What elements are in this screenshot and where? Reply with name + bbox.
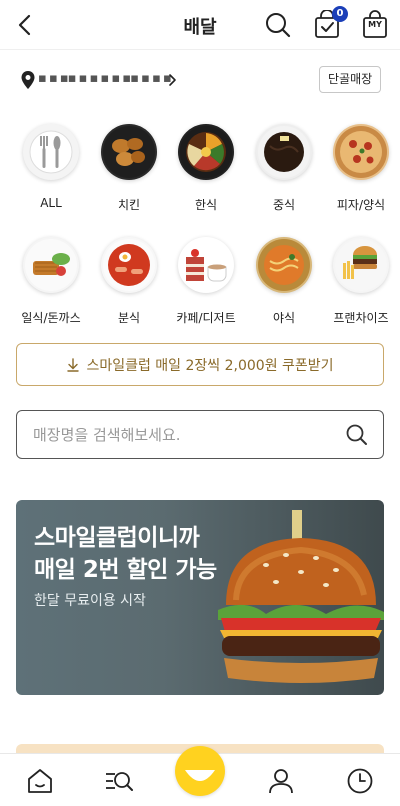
search-icon[interactable] <box>263 10 293 40</box>
cart-button[interactable]: 0 <box>312 6 348 40</box>
burger-fries-icon <box>333 237 389 293</box>
chicken-icon <box>101 124 157 180</box>
category-label: 일식/돈까스 <box>21 311 81 325</box>
top-header: 배달 0 MY <box>0 0 400 50</box>
cake-coffee-icon <box>178 237 234 293</box>
tteokbokki-icon <box>101 237 157 293</box>
menu-search-icon[interactable] <box>104 766 134 796</box>
category-chinese[interactable]: 중식 <box>245 124 323 213</box>
category-label: 중식 <box>272 198 296 212</box>
banner-subtitle: 한달 무료이용 시작 <box>34 593 146 609</box>
smile-club-banner[interactable]: 스마일클럽이니까 매일 2번 할인 가능 한달 무료이용 시작 <box>16 500 384 695</box>
clock-icon[interactable] <box>345 766 375 796</box>
category-label: 피자/양식 <box>336 198 386 212</box>
home-icon[interactable] <box>25 766 55 796</box>
category-label: 치킨 <box>117 198 141 212</box>
location-pin-icon <box>21 71 35 89</box>
search-icon[interactable] <box>345 423 369 447</box>
category-label: 분식 <box>117 311 141 325</box>
category-label: 야식 <box>272 311 296 325</box>
bibimbap-icon <box>178 124 234 180</box>
user-icon[interactable] <box>266 766 296 796</box>
pizza-icon <box>333 124 389 180</box>
smile-home-button[interactable] <box>175 746 225 796</box>
coupon-label: 스마일클럽 매일 2장씩 2,000원 쿠폰받기 <box>86 357 334 374</box>
address-row[interactable]: ▪ ▪ ▪▪ ▪ ▪ ▪ ▪ ▪▪ ▪ ▪ ▪ 단골매장 <box>0 64 400 96</box>
category-label: 한식 <box>194 198 218 212</box>
category-korean[interactable]: 한식 <box>167 124 245 213</box>
category-franchise[interactable]: 프랜차이즈 <box>322 237 400 326</box>
bottom-navigation <box>0 746 400 806</box>
ramen-icon <box>256 237 312 293</box>
category-late-night[interactable]: 야식 <box>245 237 323 326</box>
address-text: ▪ ▪ ▪▪ ▪ ▪ ▪ ▪ ▪▪ ▪ ▪ ▪ <box>38 71 172 86</box>
category-pizza[interactable]: 피자/양식 <box>322 124 400 213</box>
store-search-input[interactable] <box>33 411 333 458</box>
download-icon <box>67 357 80 372</box>
category-japanese[interactable]: 일식/돈까스 <box>12 237 90 326</box>
my-page-button[interactable]: MY <box>360 10 390 40</box>
cart-count-badge: 0 <box>332 6 348 22</box>
category-cafe-dessert[interactable]: 카페/디저트 <box>167 237 245 326</box>
jajangmyeon-icon <box>256 124 312 180</box>
cutlery-icon <box>23 124 79 180</box>
category-chicken[interactable]: 치킨 <box>90 124 168 213</box>
my-label: MY <box>368 20 382 29</box>
category-label: 카페/디저트 <box>176 311 236 325</box>
burger-image <box>218 510 384 683</box>
back-arrow-icon[interactable] <box>12 11 40 39</box>
smile-icon <box>185 770 215 781</box>
category-label: ALL <box>40 196 62 210</box>
store-search-box <box>16 410 384 459</box>
coupon-download-button[interactable]: 스마일클럽 매일 2장씩 2,000원 쿠폰받기 <box>16 343 384 386</box>
regular-store-button[interactable]: 단골매장 <box>319 66 382 93</box>
category-label: 프랜차이즈 <box>333 311 389 325</box>
category-snack[interactable]: 분식 <box>90 237 168 326</box>
tonkatsu-icon <box>23 237 79 293</box>
banner-title: 스마일클럽이니까 매일 2번 할인 가능 <box>34 525 217 583</box>
category-all[interactable]: ALL <box>12 124 90 210</box>
chevron-right-icon <box>169 74 176 86</box>
